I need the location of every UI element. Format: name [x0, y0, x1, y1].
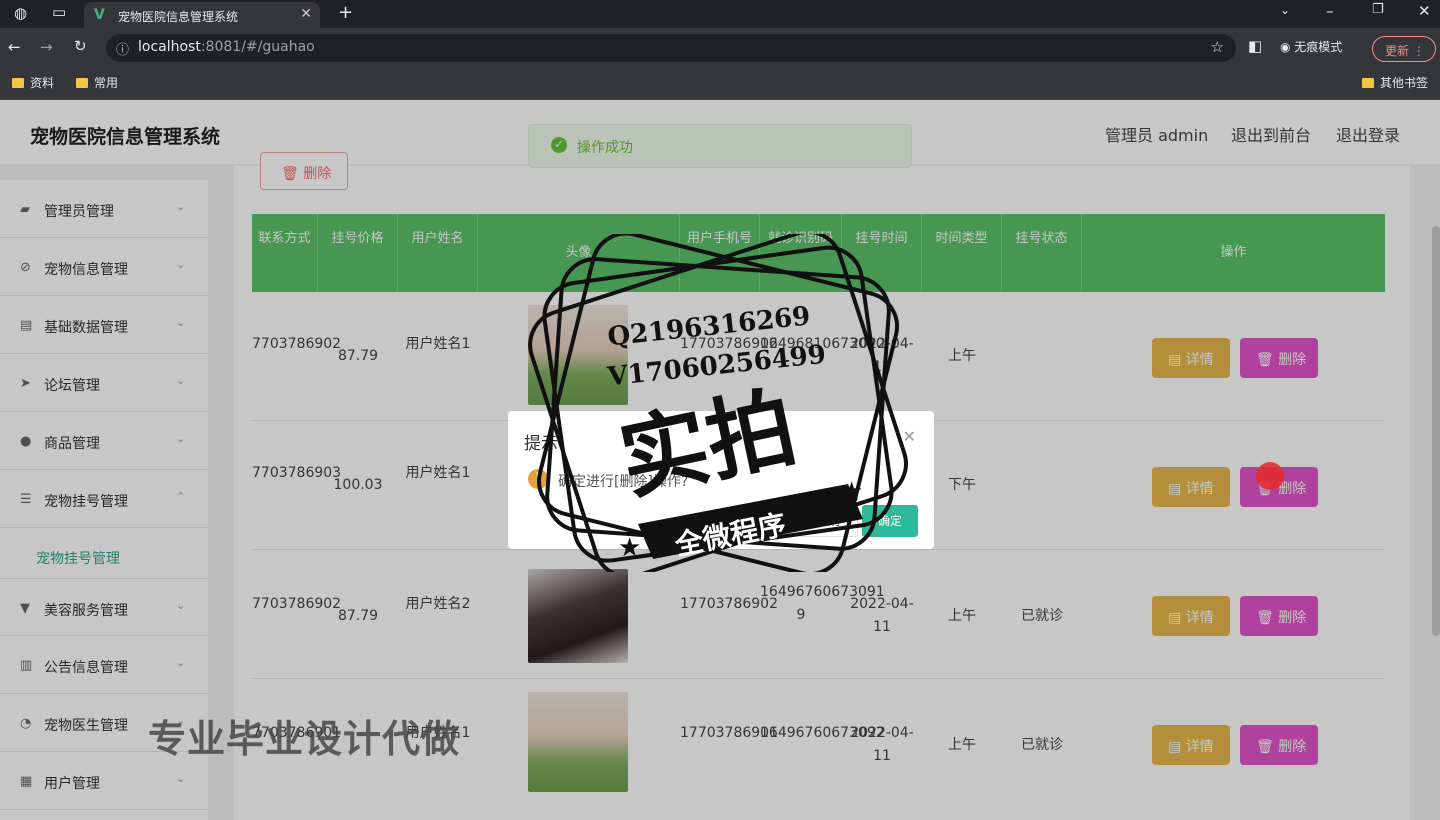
bookmark-star-icon[interactable]: ☆ [1211, 38, 1224, 56]
close-window-icon[interactable]: ✕ [1418, 2, 1431, 20]
star-icon: ★ [618, 533, 641, 563]
window-icon[interactable]: ▭ [52, 3, 66, 21]
stamp-big-text: 实拍 [611, 375, 805, 512]
address-bar[interactable]: ⓘ localhost:8081/#/guahao ☆ [106, 34, 1236, 62]
browser-tabbar: ◍ ▭ V 宠物医院信息管理系统 ✕ + ⌄ – ❐ ✕ [0, 0, 1440, 28]
watermark-text: 专业毕业设计代做 [148, 717, 461, 761]
sidepanel-icon[interactable]: ◧ [1248, 37, 1262, 55]
incognito-label[interactable]: ◉ 无痕模式 [1280, 38, 1342, 55]
reload-icon[interactable]: ↻ [74, 37, 87, 55]
back-icon[interactable]: ← [8, 38, 21, 56]
folder-icon [1362, 77, 1374, 88]
new-tab-icon[interactable]: + [338, 2, 353, 23]
browser-toolbar: ← → ↻ ⓘ localhost:8081/#/guahao ☆ ◧ [0, 28, 1440, 68]
restore-icon[interactable]: ❐ [1372, 2, 1384, 17]
close-tab-icon[interactable]: ✕ [300, 6, 312, 22]
browser-tab[interactable]: V 宠物医院信息管理系统 ✕ [84, 2, 320, 28]
click-indicator [1256, 462, 1284, 490]
url-host: localhost [138, 39, 201, 55]
incognito-icon: ◉ [1280, 40, 1295, 54]
site-info-icon[interactable]: ⓘ [116, 39, 129, 58]
folder-icon [76, 77, 88, 88]
stamp-watermark: Q2196316269 V17060256499 实拍 全微程序 ★ ★ [528, 234, 908, 572]
folder-icon [12, 77, 24, 88]
other-bookmarks[interactable]: 其他书签 [1362, 74, 1428, 91]
forward-icon[interactable]: → [40, 38, 53, 56]
update-button[interactable]: 更新 ⋮ [1372, 36, 1436, 62]
bookmark-folder-2[interactable]: 常用 [76, 74, 118, 91]
star-icon: ★ [840, 477, 863, 507]
url-path: :8081/#/guahao [200, 39, 315, 55]
globe-icon[interactable]: ◍ [14, 4, 27, 22]
bookmark-folder-1[interactable]: 资料 [12, 74, 54, 91]
vue-icon: V [94, 7, 105, 23]
bookmarks-bar [0, 68, 1440, 100]
tab-title: 宠物医院信息管理系统 [118, 10, 239, 24]
tab-search-icon[interactable]: ⌄ [1280, 3, 1290, 17]
minimize-icon[interactable]: – [1326, 2, 1334, 20]
